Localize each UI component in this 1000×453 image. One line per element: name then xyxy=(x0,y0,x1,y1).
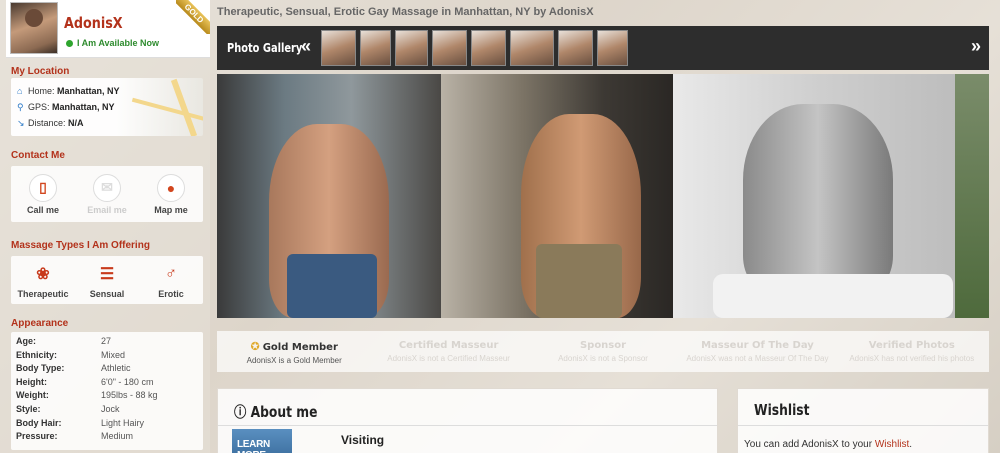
online-dot-icon xyxy=(66,40,73,47)
massage-type-erotic: ♂ Erotic xyxy=(141,261,201,299)
gallery-thumbnail[interactable] xyxy=(597,30,628,66)
thumbnail-strip xyxy=(321,30,628,66)
distance-row: ↘ Distance: N/A xyxy=(17,118,84,128)
photo-bed xyxy=(713,274,953,318)
gallery-photo[interactable] xyxy=(441,74,673,318)
about-me-heading: ⓘ About me xyxy=(234,403,318,421)
photo-strip xyxy=(217,74,989,318)
divider xyxy=(218,425,717,426)
divider xyxy=(738,425,988,426)
massage-types-title: Massage Types I Am Offering xyxy=(11,240,150,251)
badge-certified-masseur: Certified Masseur AdonisX is not a Certi… xyxy=(387,340,510,363)
gallery-photo[interactable] xyxy=(217,74,441,318)
appearance-row: Body Type: Athletic xyxy=(16,363,131,374)
map-pin-icon: ● xyxy=(157,173,185,202)
wishlist-panel: Wishlist You can add AdonisX to your Wis… xyxy=(737,388,989,453)
gallery-thumbnail[interactable] xyxy=(360,30,391,66)
appearance-row: Age: 27 xyxy=(16,336,112,346)
gallery-thumbnail[interactable] xyxy=(471,30,506,66)
appearance-box: Age: 27 Ethnicity: Mixed Body Type: Athleti… xyxy=(11,332,203,450)
gallery-prev-button[interactable]: « xyxy=(301,36,311,57)
gallery-label: Photo Gallery xyxy=(227,41,303,55)
profile-name: AdonisX xyxy=(64,14,123,32)
massage-types-box: ❀ Therapeutic ☰ Sensual ♂ Erotic xyxy=(11,256,203,304)
badge-sponsor: Sponsor AdonisX is not a Sponsor xyxy=(558,340,648,363)
appearance-title: Appearance xyxy=(11,318,69,329)
location-title: My Location xyxy=(11,66,70,77)
gallery-next-button[interactable]: » xyxy=(971,36,981,57)
photo-gallery-bar: Photo Gallery « » xyxy=(217,26,989,70)
medal-icon: ✪ xyxy=(250,340,260,353)
lotus-icon: ❀ xyxy=(36,266,50,283)
badges-bar: ✪ Gold Member AdonisX is a Gold Member Ce… xyxy=(217,331,989,372)
gallery-photo[interactable] xyxy=(673,74,955,318)
gps-row: ⚲ GPS: Manhattan, NY xyxy=(17,102,115,112)
massage-type-sensual: ☰ Sensual xyxy=(77,261,137,299)
mail-icon: ✉ xyxy=(93,173,121,202)
appearance-row: Body Hair: Light Hairy xyxy=(16,417,145,428)
location-box: ⌂ Home: Manhattan, NY ⚲ GPS: Manhattan, NY… xyxy=(11,78,203,136)
call-me-button[interactable]: ▯ Call me xyxy=(13,173,73,215)
appearance-row: Style: Jock xyxy=(16,403,120,414)
visiting-heading: Visiting xyxy=(341,433,385,447)
badge-gold-member: ✪ Gold Member AdonisX is a Gold Member xyxy=(246,340,342,365)
massage-type-therapeutic: ❀ Therapeutic xyxy=(13,261,73,299)
home-icon: ⌂ xyxy=(17,86,23,96)
profile-card: AdonisX I Am Available Now GOLD xyxy=(6,0,210,58)
photo-jeans xyxy=(287,254,377,318)
photo-figure xyxy=(743,104,893,294)
map-road xyxy=(131,97,203,123)
massage-table-icon: ☰ xyxy=(99,266,115,283)
badge-verified-photos: Verified Photos AdonisX has not verified… xyxy=(849,340,975,363)
appearance-row: Ethnicity: Mixed xyxy=(16,349,126,360)
appearance-row: Pressure: Medium xyxy=(16,431,134,442)
phone-icon: ▯ xyxy=(29,173,57,202)
home-row: ⌂ Home: Manhattan, NY xyxy=(17,86,120,96)
distance-icon: ↘ xyxy=(17,118,25,128)
wishlist-heading: Wishlist xyxy=(754,401,810,419)
location-pin-icon: ⚲ xyxy=(17,102,24,112)
contact-title: Contact Me xyxy=(11,150,65,161)
appearance-row: Height: 6'0" - 180 cm xyxy=(16,376,154,387)
appearance-row: Weight: 195lbs - 88 kg xyxy=(16,390,158,401)
gallery-thumbnail[interactable] xyxy=(395,30,428,66)
info-icon: ⓘ xyxy=(234,403,251,421)
page-title: Therapeutic, Sensual, Erotic Gay Massage… xyxy=(217,6,594,18)
gold-ribbon: GOLD xyxy=(176,0,210,34)
learn-more-banner[interactable]: LEARN MORE xyxy=(232,429,292,453)
availability-status: I Am Available Now xyxy=(66,38,159,48)
gallery-thumbnail[interactable] xyxy=(510,30,554,66)
badge-masseur-of-the-day: Masseur Of The Day AdonisX was not a Mas… xyxy=(686,340,829,363)
wishlist-text: You can add AdonisX to your Wishlist. xyxy=(744,439,913,450)
gallery-thumbnail[interactable] xyxy=(321,30,356,66)
photo-pants xyxy=(536,244,622,318)
sidebar: AdonisX I Am Available Now GOLD My Locat… xyxy=(0,0,210,453)
email-me-button[interactable]: ✉ Email me xyxy=(77,173,137,215)
gallery-thumbnail[interactable] xyxy=(432,30,467,66)
male-symbol-icon: ♂ xyxy=(165,265,177,282)
map-me-button[interactable]: ● Map me xyxy=(141,173,201,215)
contact-box: ▯ Call me ✉ Email me ● Map me xyxy=(11,166,203,222)
about-me-panel: ⓘ About me LEARN MORE Visiting xyxy=(217,388,718,453)
avatar[interactable] xyxy=(10,2,58,54)
gallery-photo[interactable] xyxy=(955,74,989,318)
wishlist-link[interactable]: Wishlist xyxy=(875,439,909,450)
gallery-thumbnail[interactable] xyxy=(558,30,593,66)
map-road xyxy=(170,78,198,136)
